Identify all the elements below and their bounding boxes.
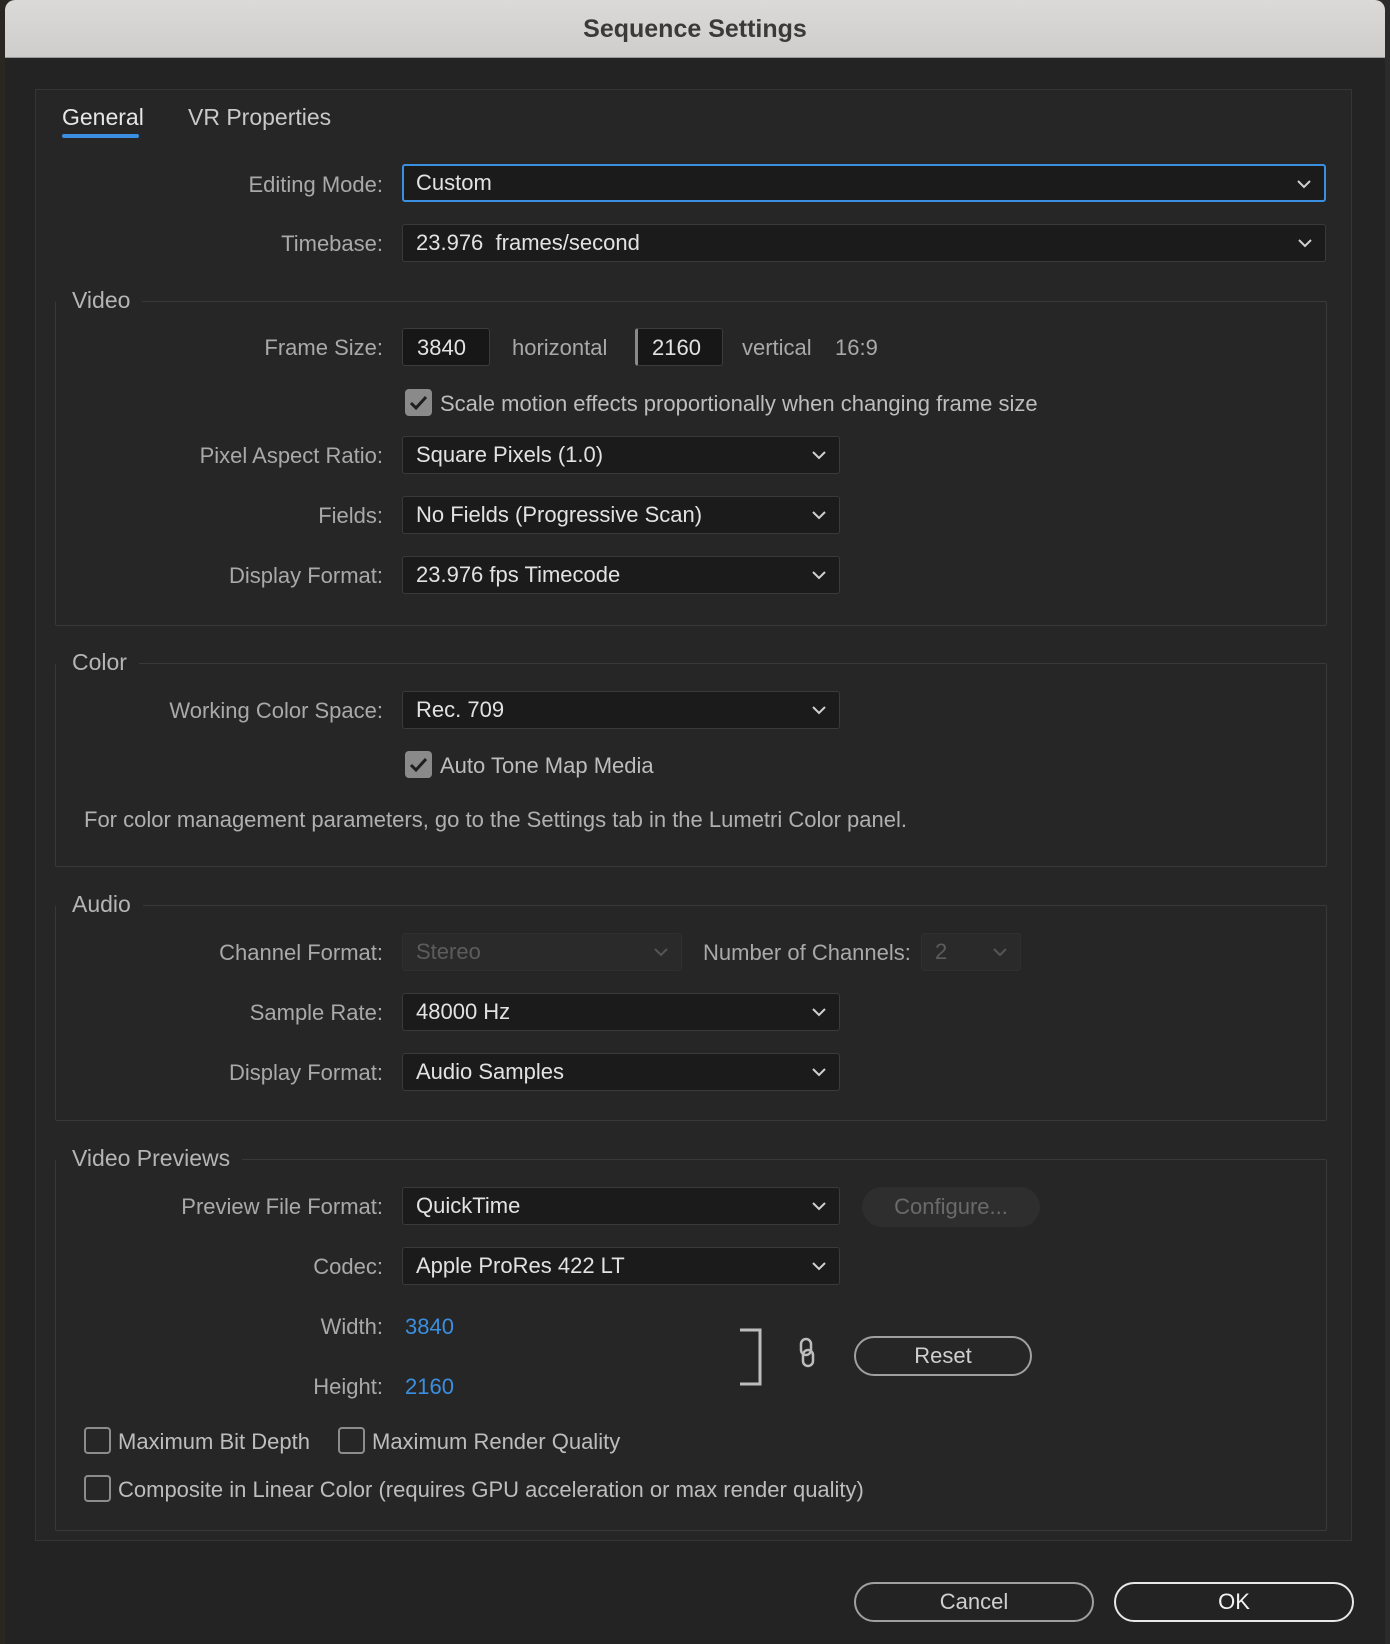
reset-button[interactable]: Reset	[854, 1336, 1032, 1376]
codec-label: Codec:	[313, 1254, 383, 1279]
frame-height-input[interactable]: 2160	[635, 328, 723, 366]
fields-label: Fields:	[318, 503, 383, 528]
dialog-title: Sequence Settings	[583, 15, 807, 43]
number-of-channels-value: 2	[935, 939, 948, 964]
timebase-dropdown[interactable]: 23.976 frames/second	[402, 224, 1326, 262]
composite-linear-label: Composite in Linear Color (requires GPU …	[118, 1477, 864, 1502]
sample-rate-label: Sample Rate:	[249, 1000, 383, 1025]
sample-rate-dropdown[interactable]: 48000 Hz	[402, 993, 840, 1031]
pixel-aspect-dropdown[interactable]: Square Pixels (1.0)	[402, 436, 840, 474]
codec-dropdown[interactable]: Apple ProRes 422 LT	[402, 1247, 840, 1285]
timebase-label: Timebase:	[281, 231, 383, 256]
tab-vr-properties[interactable]: VR Properties	[188, 104, 331, 131]
sample-rate-value: 48000 Hz	[416, 999, 511, 1024]
working-color-space-dropdown[interactable]: Rec. 709	[402, 691, 840, 729]
chevron-down-icon	[812, 511, 826, 520]
composite-linear-checkbox[interactable]	[84, 1475, 111, 1502]
codec-value: Apple ProRes 422 LT	[416, 1253, 625, 1278]
active-tab-indicator	[62, 134, 139, 138]
chain-link-icon[interactable]	[795, 1336, 819, 1370]
ok-button[interactable]: OK	[1114, 1582, 1354, 1622]
fields-dropdown[interactable]: No Fields (Progressive Scan)	[402, 496, 840, 534]
preview-width-label: Width:	[320, 1314, 383, 1339]
pixel-aspect-value: Square Pixels (1.0)	[416, 442, 604, 467]
video-display-format-value: 23.976 fps Timecode	[416, 562, 621, 587]
fields-value: No Fields (Progressive Scan)	[416, 502, 703, 527]
chevron-down-icon	[993, 948, 1007, 957]
max-bit-depth-label: Maximum Bit Depth	[118, 1429, 310, 1454]
scale-motion-checkbox[interactable]	[405, 389, 432, 416]
chevron-down-icon	[1297, 180, 1311, 189]
editing-mode-value: Custom	[416, 170, 492, 195]
working-color-space-value: Rec. 709	[416, 697, 505, 722]
checkmark-icon	[409, 757, 428, 773]
chevron-down-icon	[812, 1202, 826, 1211]
video-display-format-label: Display Format:	[228, 563, 383, 588]
working-color-space-label: Working Color Space:	[169, 698, 383, 723]
chevron-down-icon	[812, 1008, 826, 1017]
chevron-down-icon	[812, 1262, 826, 1271]
preview-height-label: Height:	[313, 1374, 383, 1399]
channel-format-value: Stereo	[416, 939, 481, 964]
aspect-ratio-readout: 16:9	[835, 335, 878, 360]
auto-tone-map-label: Auto Tone Map Media	[440, 753, 654, 778]
scale-motion-label: Scale motion effects proportionally when…	[440, 391, 1038, 416]
preview-file-format-value: QuickTime	[416, 1193, 521, 1218]
max-render-quality-label: Maximum Render Quality	[372, 1429, 621, 1454]
chevron-down-icon	[812, 451, 826, 460]
horizontal-label: horizontal	[512, 335, 608, 360]
chevron-down-icon	[654, 948, 668, 957]
pixel-aspect-label: Pixel Aspect Ratio:	[199, 443, 383, 468]
chevron-down-icon	[812, 571, 826, 580]
title-bar: Sequence Settings	[5, 0, 1385, 58]
sequence-settings-dialog: Sequence Settings General VR Properties …	[5, 0, 1385, 1644]
configure-button[interactable]: Configure...	[862, 1187, 1040, 1227]
video-previews-group-title: Video Previews	[56, 1145, 243, 1172]
video-group-title: Video	[56, 287, 143, 314]
chevron-down-icon	[1298, 239, 1312, 248]
preview-file-format-label: Preview File Format:	[181, 1194, 383, 1219]
channel-format-dropdown[interactable]: Stereo	[402, 933, 682, 971]
chevron-down-icon	[812, 706, 826, 715]
checkmark-icon	[409, 395, 428, 411]
chevron-down-icon	[812, 1068, 826, 1077]
link-bracket-icon	[740, 1328, 762, 1386]
audio-display-format-value: Audio Samples	[416, 1059, 564, 1084]
timebase-value: 23.976 frames/second	[416, 230, 640, 255]
audio-group-title: Audio	[56, 891, 143, 918]
max-render-quality-checkbox[interactable]	[338, 1427, 365, 1454]
vertical-label: vertical	[742, 335, 812, 360]
auto-tone-map-checkbox[interactable]	[405, 751, 432, 778]
preview-height-value[interactable]: 2160	[405, 1374, 454, 1400]
cancel-button[interactable]: Cancel	[854, 1582, 1094, 1622]
frame-width-input[interactable]: 3840	[402, 328, 490, 366]
audio-display-format-label: Display Format:	[228, 1060, 383, 1085]
color-group-title: Color	[56, 649, 139, 676]
audio-display-format-dropdown[interactable]: Audio Samples	[402, 1053, 840, 1091]
color-management-note: For color management parameters, go to t…	[84, 807, 907, 832]
editing-mode-label: Editing Mode:	[248, 172, 383, 197]
preview-file-format-dropdown[interactable]: QuickTime	[402, 1187, 840, 1225]
tab-general[interactable]: General	[62, 104, 144, 131]
editing-mode-dropdown[interactable]: Custom	[402, 164, 1326, 202]
number-of-channels-label: Number of Channels:	[703, 940, 911, 965]
preview-width-value[interactable]: 3840	[405, 1314, 454, 1340]
channel-format-label: Channel Format:	[219, 940, 383, 965]
video-display-format-dropdown[interactable]: 23.976 fps Timecode	[402, 556, 840, 594]
frame-size-label: Frame Size:	[264, 335, 383, 360]
number-of-channels-dropdown[interactable]: 2	[921, 933, 1021, 971]
max-bit-depth-checkbox[interactable]	[84, 1427, 111, 1454]
